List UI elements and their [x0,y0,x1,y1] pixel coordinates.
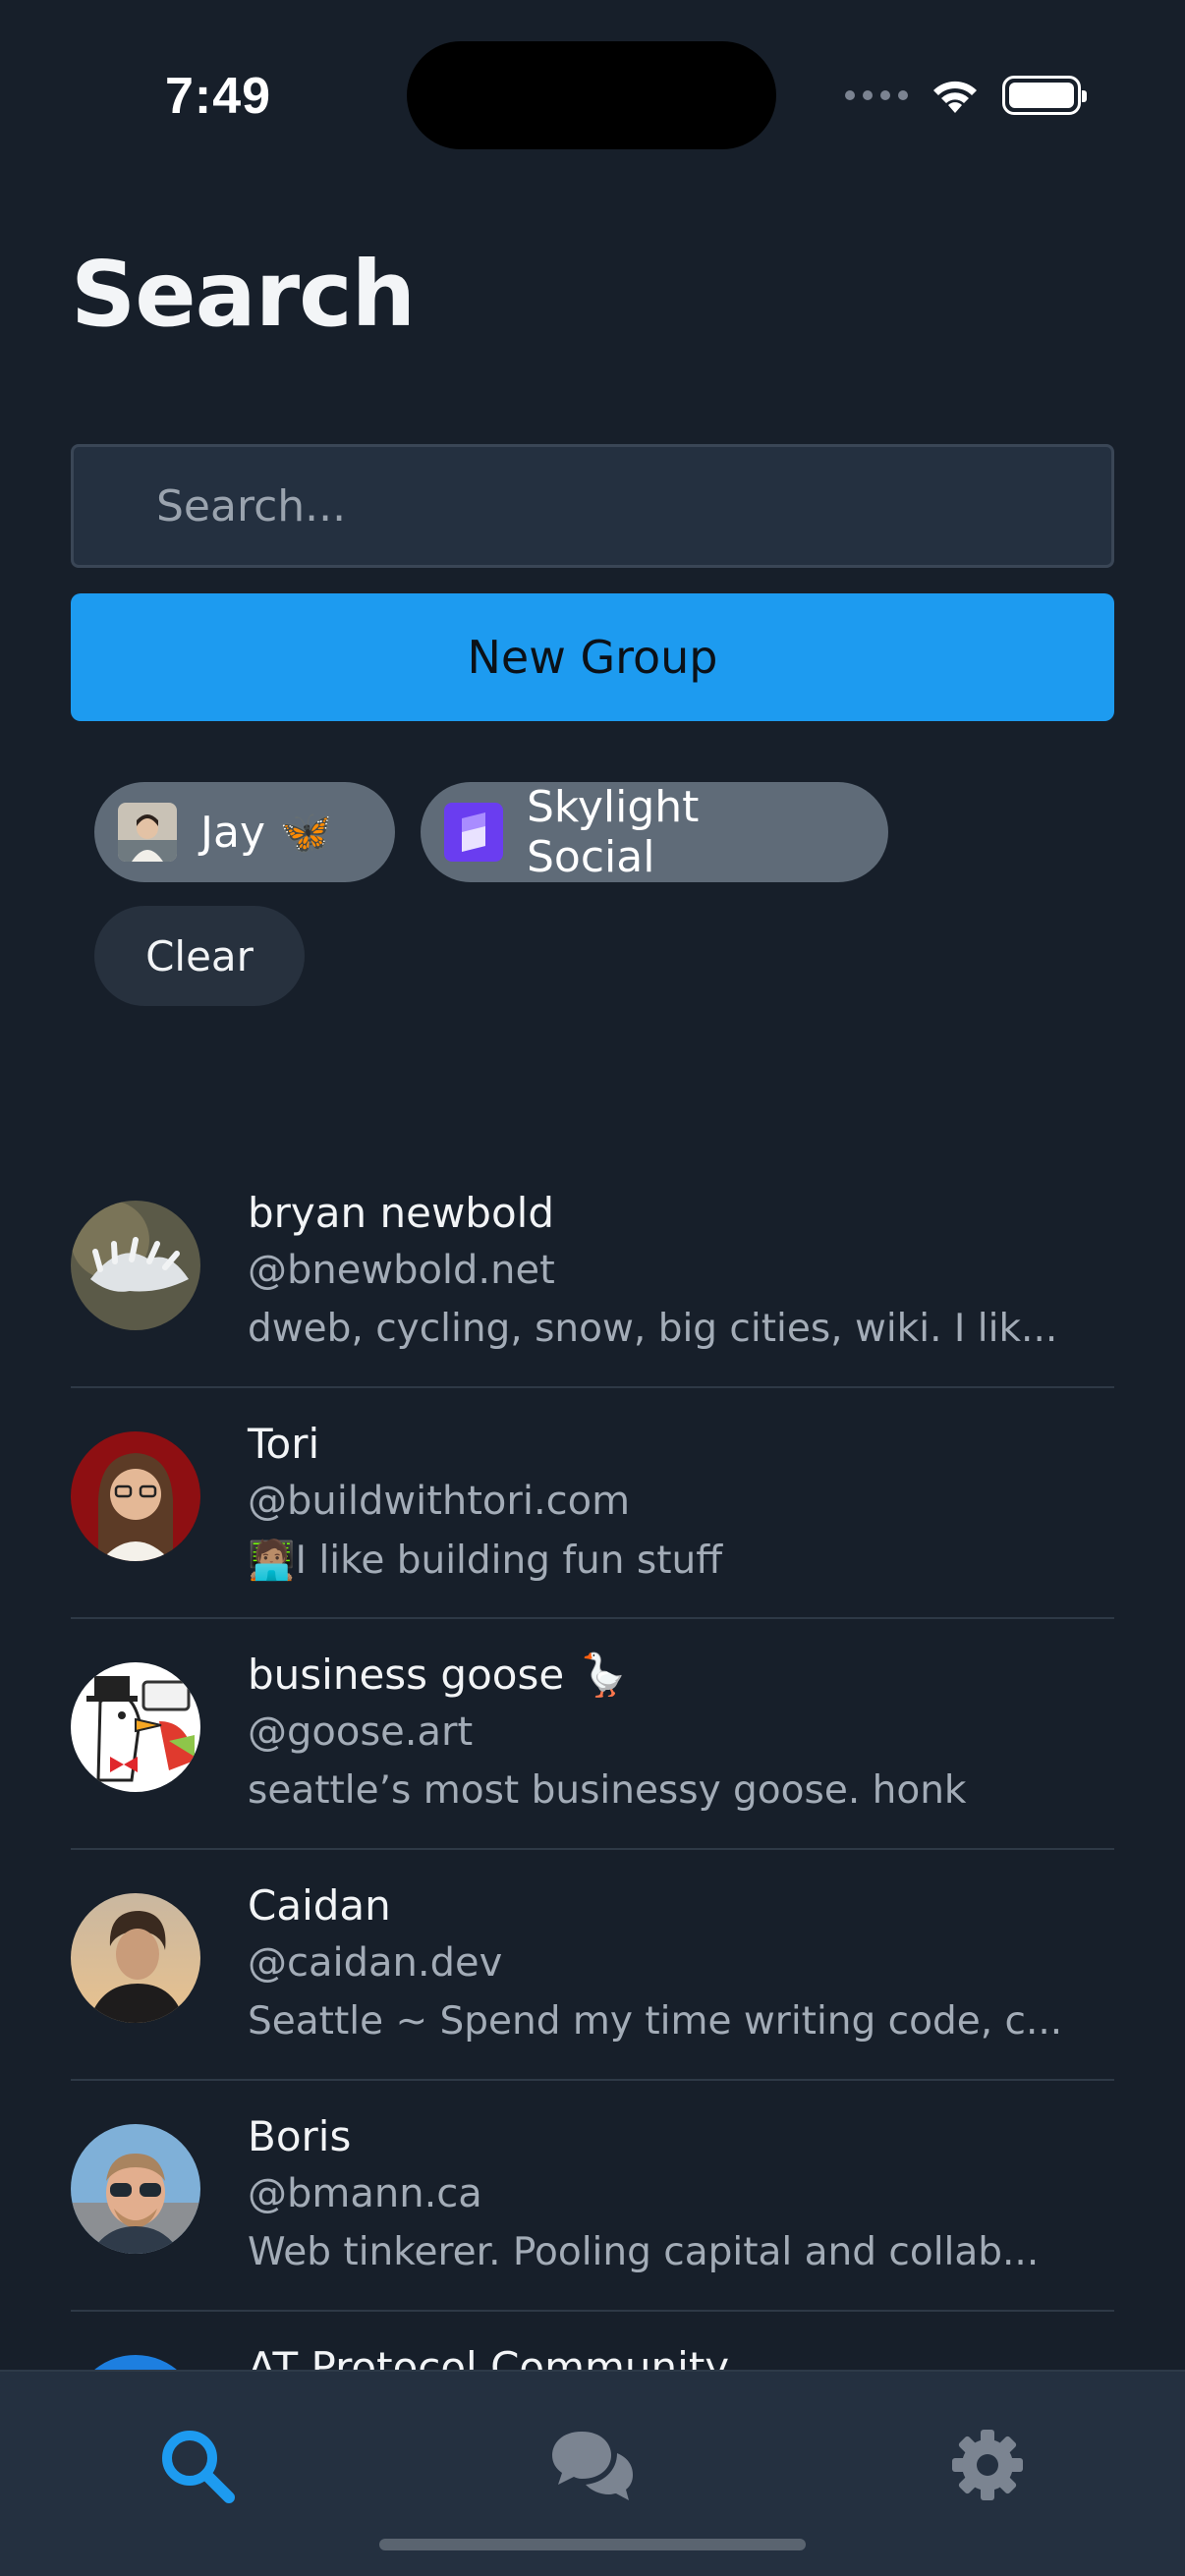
result-bio: Seattle ~ Spend my time writing code, c.… [248,1999,1063,2044]
result-name: bryan newbold [248,1189,554,1237]
status-time: 7:49 [165,68,272,125]
result-name: Tori [248,1420,320,1468]
result-row[interactable]: Caidan @caidan.dev Seattle ~ Spend my ti… [71,1850,1114,2081]
avatar [71,1893,200,2023]
search-icon [162,2431,235,2503]
status-icons [845,71,1087,120]
avatar [71,1662,200,1792]
chip-label: Jay 🦋 [200,808,333,858]
result-name: Boris [248,2112,352,2160]
result-name: business goose 🪿 [248,1651,629,1699]
dynamic-island [407,41,776,149]
results-list: bryan newbold @bnewbold.net dweb, cyclin… [71,1157,1114,2430]
search-field[interactable] [71,444,1114,568]
tab-messages[interactable] [542,2421,641,2509]
result-handle: @goose.art [248,1709,474,1755]
avatar [118,803,177,862]
battery-icon [1002,76,1087,115]
new-group-button[interactable]: New Group [71,593,1114,721]
tab-settings[interactable] [938,2421,1037,2509]
chip-label: Skylight Social [527,782,700,882]
result-row[interactable]: bryan newbold @bnewbold.net dweb, cyclin… [71,1157,1114,1388]
selected-chip-skylight-social[interactable]: Skylight Social [421,782,888,882]
avatar [71,2124,200,2254]
wifi-icon [933,81,977,113]
gear-icon [952,2430,1023,2500]
result-bio: 🧑🏽‍💻I like building fun stuff [248,1539,723,1583]
selected-chip-jay[interactable]: Jay 🦋 [94,782,395,882]
result-row[interactable]: Tori @buildwithtori.com 🧑🏽‍💻I like build… [71,1388,1114,1619]
search-input[interactable] [156,480,1111,532]
avatar [71,1201,200,1330]
home-indicator [379,2539,806,2550]
chat-bubbles-icon [552,2432,633,2500]
result-handle: @buildwithtori.com [248,1479,631,1524]
avatar [71,1431,200,1561]
result-bio: dweb, cycling, snow, big cities, wiki. I… [248,1307,1058,1351]
result-handle: @caidan.dev [248,1940,503,1986]
result-handle: @bnewbold.net [248,1248,555,1293]
tab-search[interactable] [147,2421,246,2509]
result-row[interactable]: business goose 🪿 @goose.art seattle’s mo… [71,1619,1114,1850]
result-handle: @bmann.ca [248,2171,482,2216]
status-bar: 7:49 [0,0,1185,187]
result-row[interactable]: Boris @bmann.ca Web tinkerer. Pooling ca… [71,2081,1114,2312]
result-bio: seattle’s most businessy goose. honk [248,1768,967,1813]
avatar [444,803,503,862]
result-bio: Web tinkerer. Pooling capital and collab… [248,2230,1040,2274]
page-title: Search [71,242,416,347]
result-name: Caidan [248,1881,391,1930]
cellular-signal-icon [845,90,908,100]
clear-button[interactable]: Clear [94,906,305,1006]
